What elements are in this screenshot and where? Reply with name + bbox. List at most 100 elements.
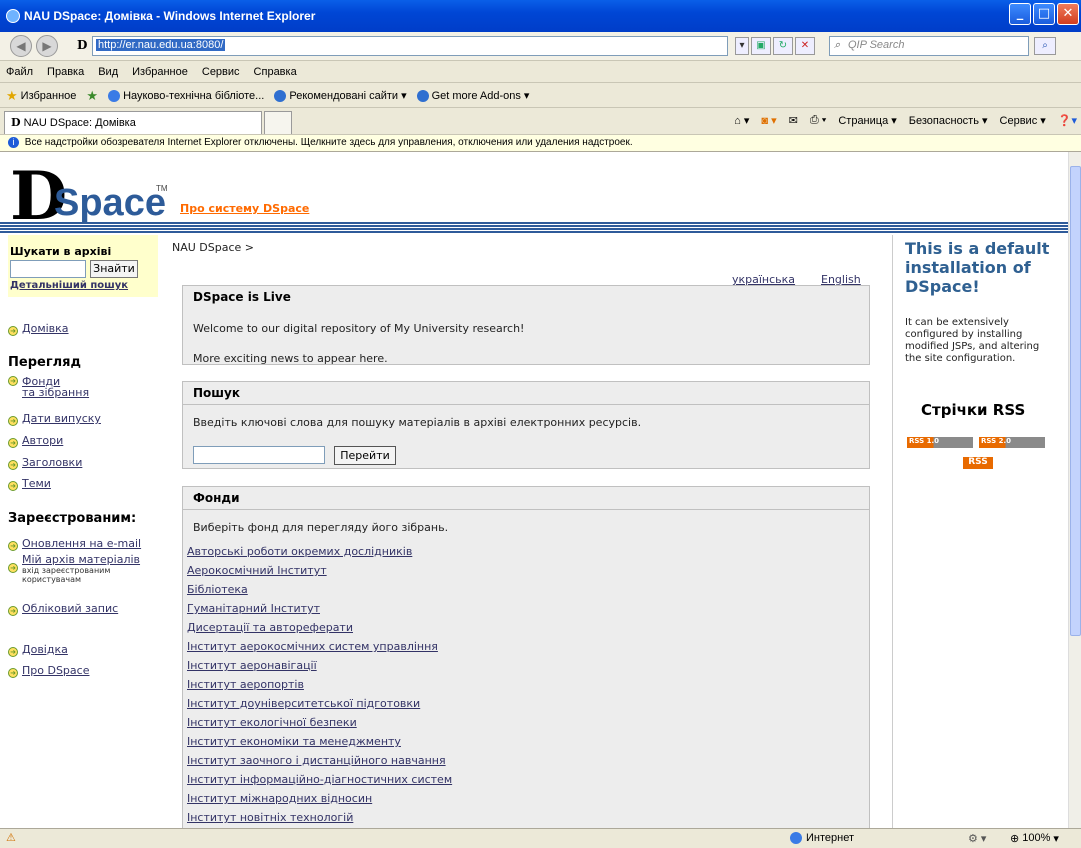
favorite-item-addons[interactable]: Get more Add-ons ▾ xyxy=(416,89,529,102)
community-link[interactable]: Гуманітарний Інститут xyxy=(187,602,320,615)
rss-heading: Стрічки RSS xyxy=(921,401,1026,419)
bullet-icon: ➜ xyxy=(8,481,18,491)
sidebar-item-label: Заголовки xyxy=(22,456,83,469)
command-tools[interactable]: Сервис ▾ xyxy=(1000,114,1046,127)
address-input[interactable]: D http://er.nau.edu.ua:8080/ xyxy=(77,36,728,56)
logo-space: Space xyxy=(54,182,166,224)
tab-active[interactable]: D NAU DSpace: Домівка xyxy=(4,111,262,134)
rss-feed-button[interactable]: RSS xyxy=(963,457,993,469)
address-dropdown-icon[interactable]: ▾ xyxy=(735,37,749,55)
home-icon[interactable]: ⌂ ▾ xyxy=(734,114,749,127)
protected-mode-icon[interactable]: ⚙ ▾ xyxy=(968,832,986,845)
minimize-button[interactable]: _ xyxy=(1009,3,1031,25)
search-input[interactable]: ⌕ QIP Search xyxy=(829,36,1029,56)
information-bar[interactable]: i Все надстройки обозревателя Internet E… xyxy=(0,135,1081,152)
feeds-icon[interactable]: ◙ ▾ xyxy=(761,114,776,127)
globe-icon xyxy=(108,89,121,102)
community-link[interactable]: Інститут аеронавігації xyxy=(187,659,317,672)
print-icon[interactable]: ⎙ ▾ xyxy=(810,114,826,127)
sidebar-item-label: Автори xyxy=(22,434,64,447)
advanced-search-link[interactable]: Детальніший пошук xyxy=(10,280,128,291)
scrollbar-thumb[interactable] xyxy=(1070,166,1081,636)
sidebar-item-subjects[interactable]: ➜ Теми xyxy=(8,472,51,491)
security-zone[interactable]: Интернет xyxy=(790,832,854,844)
ie-page-icon xyxy=(274,89,287,102)
menu-edit[interactable]: Правка xyxy=(47,66,84,78)
add-favorite-icon[interactable]: ★ xyxy=(86,88,98,104)
community-link[interactable]: Інститут аеропортів xyxy=(187,678,304,691)
window-titlebar: NAU DSpace: Домівка - Windows Internet E… xyxy=(0,0,1081,32)
news-panel: DSpace is Live Welcome to our digital re… xyxy=(182,285,870,365)
page-status-icon: ⚠ xyxy=(6,832,16,844)
sidebar-item-email-updates[interactable]: ➜ Оновлення на e-mail xyxy=(8,532,141,551)
sidebar-item-label: Довідка xyxy=(22,643,68,656)
sidebar-item-home[interactable]: ➜ Домівка xyxy=(8,317,69,336)
favorite-item-library[interactable]: Науково-технічна бібліоте... xyxy=(108,89,264,102)
sidebar-item-authors[interactable]: ➜ Автори xyxy=(8,429,63,448)
help-icon[interactable]: ❓▾ xyxy=(1058,114,1077,127)
menu-favorites[interactable]: Избранное xyxy=(132,66,188,78)
community-link[interactable]: Інститут міжнародних відносин xyxy=(187,792,372,805)
mail-icon[interactable]: ✉ xyxy=(789,114,798,127)
compatibility-icon[interactable]: ▣ xyxy=(751,37,771,55)
favorite-item-recommended[interactable]: Рекомендовані сайти ▾ xyxy=(274,89,407,102)
community-link[interactable]: Аерокосмічний Інститут xyxy=(187,564,327,577)
menu-tools[interactable]: Сервис xyxy=(202,66,240,78)
sidebar-search-input[interactable] xyxy=(10,260,86,278)
sidebar-item-label: Оновлення на e-mail xyxy=(22,537,142,550)
ie-page-icon xyxy=(416,89,429,102)
sidebar-item-about[interactable]: ➜ Про DSpace xyxy=(8,659,89,678)
menu-view[interactable]: Вид xyxy=(98,66,118,78)
refresh-icon[interactable]: ↻ xyxy=(773,37,793,55)
community-link[interactable]: Інститут заочного і дистанційного навчан… xyxy=(187,754,446,767)
breadcrumb[interactable]: NAU DSpace > xyxy=(172,241,254,254)
community-link[interactable]: Бібліотека xyxy=(187,583,248,596)
main-search-button[interactable]: Перейти xyxy=(334,446,396,465)
command-page[interactable]: Страница ▾ xyxy=(838,114,896,127)
rss-badges: RSS 1.0 RSS 2.0 xyxy=(907,437,1045,448)
sidebar-item-my-archive[interactable]: ➜ Мій архів матеріалів вхід зареєстрован… xyxy=(8,553,156,584)
zoom-control[interactable]: ⊕ 100% ▾ xyxy=(1010,832,1059,845)
command-safety[interactable]: Безопасность ▾ xyxy=(909,114,988,127)
sidebar-item-dates[interactable]: ➜ Дати випуску xyxy=(8,407,101,426)
community-link[interactable]: Інститут аерокосмічних систем управління xyxy=(187,640,438,653)
rss1-feed-button[interactable]: RSS 1.0 xyxy=(907,437,973,448)
site-favicon-icon: D xyxy=(11,116,21,129)
community-link[interactable]: Інститут екологічної безпеки xyxy=(187,716,357,729)
sidebar-item-communities[interactable]: ➜ Фонди та зібрання xyxy=(8,376,89,398)
close-button[interactable]: ✕ xyxy=(1057,3,1079,25)
header-divider xyxy=(0,222,1068,234)
sidebar-search-button[interactable]: Знайти xyxy=(90,260,138,278)
community-link[interactable]: Дисертації та автореферати xyxy=(187,621,353,634)
community-link[interactable]: Авторські роботи окремих дослідників xyxy=(187,545,412,558)
sidebar-item-help[interactable]: ➜ Довідка xyxy=(8,638,68,657)
community-link[interactable]: Інститут економіки та менеджменту xyxy=(187,735,401,748)
main-search-input[interactable] xyxy=(193,446,325,464)
search-go-button[interactable]: ⌕ xyxy=(1034,37,1056,55)
community-link[interactable]: Інститут новітніх технологій xyxy=(187,811,353,824)
favorites-bar: ★ Избранное ★ Науково-технічна бібліоте.… xyxy=(0,84,1081,108)
menu-bar: Файл Правка Вид Избранное Сервис Справка xyxy=(0,62,1081,83)
sidebar-text: It can be extensively configured by inst… xyxy=(905,317,1040,364)
sidebar-item-titles[interactable]: ➜ Заголовки xyxy=(8,451,82,470)
infobar-text: Все надстройки обозревателя Internet Exp… xyxy=(24,137,633,148)
community-link[interactable]: Інститут доуніверситетської підготовки xyxy=(187,697,420,710)
back-icon[interactable]: ◀ xyxy=(10,35,32,57)
about-dspace-link[interactable]: Про систему DSpace xyxy=(180,202,309,215)
favorite-item-label: Рекомендовані сайти ▾ xyxy=(289,90,407,102)
stop-icon[interactable]: ✕ xyxy=(795,37,815,55)
forward-icon[interactable]: ▶ xyxy=(36,35,58,57)
rss2-feed-button[interactable]: RSS 2.0 xyxy=(979,437,1045,448)
search-panel: Пошук Введіть ключові слова для пошуку м… xyxy=(182,381,870,469)
maximize-button[interactable]: □ xyxy=(1033,3,1055,25)
panel-divider xyxy=(183,404,869,405)
favorites-button[interactable]: ★ Избранное xyxy=(6,88,76,104)
sidebar-item-profile[interactable]: ➜ Обліковий запис xyxy=(8,597,118,616)
menu-help[interactable]: Справка xyxy=(254,66,297,78)
browse-heading: Перегляд xyxy=(8,355,81,370)
menu-file[interactable]: Файл xyxy=(6,66,33,78)
new-tab-button[interactable] xyxy=(264,111,292,134)
community-link[interactable]: Інститут інформаційно-діагностичних сист… xyxy=(187,773,452,786)
sidebar-item-label: Дати випуску xyxy=(22,412,101,425)
vertical-scrollbar[interactable] xyxy=(1068,152,1081,828)
